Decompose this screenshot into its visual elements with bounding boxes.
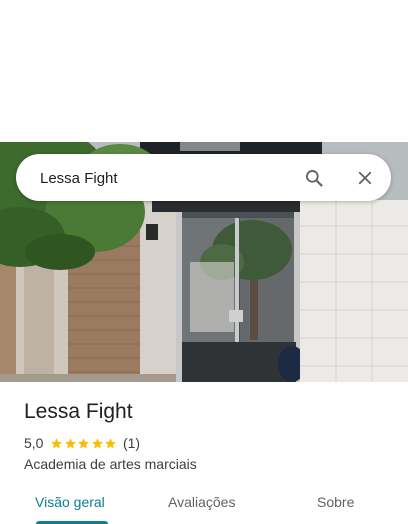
- search-icon: [306, 170, 323, 187]
- blank-top-area: [0, 0, 408, 142]
- search-input[interactable]: [40, 167, 290, 189]
- close-button[interactable]: [352, 165, 378, 191]
- star-icon: [51, 437, 63, 448]
- place-name: Lessa Fight: [24, 400, 133, 423]
- tab-overview[interactable]: Visão geral: [35, 494, 105, 510]
- search-bar: [16, 154, 391, 201]
- star-icon: [78, 437, 90, 448]
- star-icon: [105, 437, 117, 448]
- tab-bar: Visão geral Avaliações Sobre: [0, 484, 408, 524]
- rating-row[interactable]: 5,0 (1): [24, 434, 140, 452]
- rating-value: 5,0: [24, 435, 44, 451]
- review-count: (1): [122, 435, 141, 451]
- close-icon: [358, 171, 372, 185]
- star-rating: [50, 437, 118, 450]
- search-button[interactable]: [301, 165, 327, 191]
- tab-reviews[interactable]: Avaliações: [168, 494, 235, 510]
- place-category: Academia de artes marciais: [24, 456, 197, 472]
- star-icon: [65, 437, 76, 448]
- star-icon: [92, 437, 103, 448]
- tab-about[interactable]: Sobre: [317, 494, 354, 510]
